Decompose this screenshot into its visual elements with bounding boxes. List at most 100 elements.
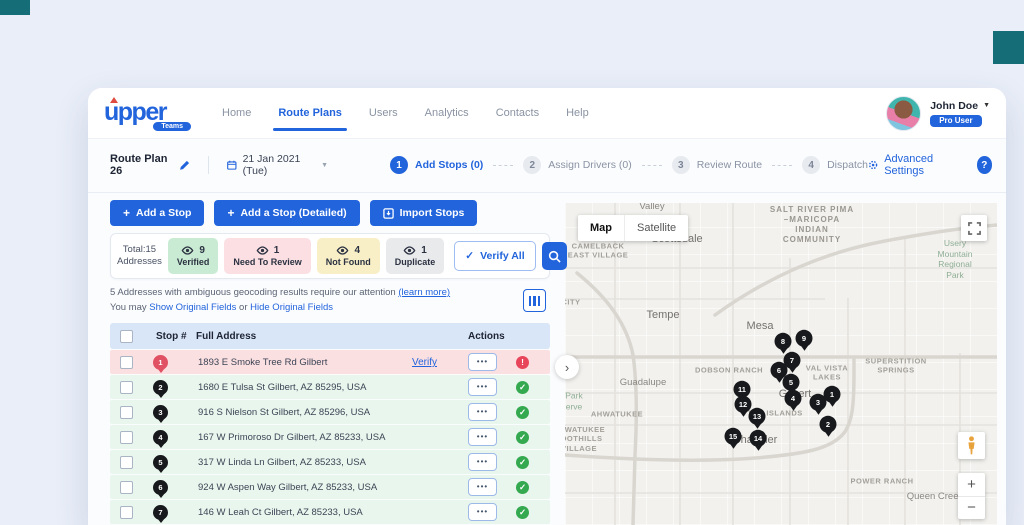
badge-label: Duplicate <box>395 257 436 267</box>
panel-collapse-button[interactable]: › <box>555 355 579 379</box>
verify-link[interactable]: Verify <box>412 357 468 368</box>
row-checkbox[interactable] <box>120 356 133 369</box>
pencil-icon <box>179 160 190 171</box>
stop-pin-icon: 5 <box>153 455 168 470</box>
map-stop-marker-2[interactable]: 2 <box>820 416 837 433</box>
row-actions-button[interactable]: ••• <box>468 453 497 471</box>
stop-address: 916 S Nielson St Gilbert, AZ 85296, USA <box>196 407 412 418</box>
help-button[interactable]: ? <box>977 156 993 174</box>
badge-count: 4 <box>354 245 360 256</box>
map-stop-marker-5[interactable]: 5 <box>783 374 800 391</box>
select-all-checkbox[interactable] <box>120 330 133 343</box>
stop-column-header: Stop # <box>140 331 196 342</box>
map-stop-marker-4[interactable]: 4 <box>785 390 802 407</box>
row-actions-button[interactable]: ••• <box>468 503 497 521</box>
status-badge-duplicate[interactable]: 1Duplicate <box>386 238 445 274</box>
map-stop-marker-12[interactable]: 12 <box>735 396 752 413</box>
learn-more-link[interactable]: (learn more) <box>398 287 450 298</box>
verified-status-icon: ✓ <box>516 481 529 494</box>
step-review-route[interactable]: 3Review Route <box>672 156 762 174</box>
hide-original-fields-link[interactable]: Hide Original Fields <box>250 302 333 313</box>
chevron-down-icon: ▼ <box>983 102 990 109</box>
satellite-view-button[interactable]: Satellite <box>624 215 688 241</box>
row-checkbox[interactable] <box>120 381 133 394</box>
row-actions-button[interactable]: ••• <box>468 378 497 396</box>
row-checkbox[interactable] <box>120 481 133 494</box>
advanced-settings-link[interactable]: Advanced Settings <box>868 153 963 177</box>
upper-logo[interactable]: upper Teams <box>104 95 188 131</box>
step-dispatch[interactable]: 4Dispatch <box>802 156 868 174</box>
zoom-in-button[interactable]: + <box>958 473 985 497</box>
address-stats-bar: Total:15 Addresses 9Verified1Need To Rev… <box>110 233 550 279</box>
row-checkbox[interactable] <box>120 431 133 444</box>
nav-item-route-plans[interactable]: Route Plans <box>278 88 342 138</box>
table-row: 11893 E Smoke Tree Rd GilbertVerify•••! <box>110 350 550 374</box>
search-icon <box>548 250 561 263</box>
stop-address: 1680 E Tulsa St Gilbert, AZ 85295, USA <box>196 382 412 393</box>
badge-count: 1 <box>421 245 427 256</box>
row-actions-button[interactable]: ••• <box>468 353 497 371</box>
calendar-icon <box>227 159 237 171</box>
step-add-stops-0[interactable]: 1Add Stops (0) <box>390 156 483 174</box>
import-stops-button[interactable]: Import Stops <box>370 200 478 226</box>
edit-plan-name-button[interactable] <box>179 160 190 171</box>
row-checkbox[interactable] <box>120 406 133 419</box>
stop-address: 167 W Primoroso Dr Gilbert, AZ 85233, US… <box>196 432 412 443</box>
verified-status-icon: ✓ <box>516 406 529 419</box>
badge-label: Verified <box>177 257 210 267</box>
show-original-fields-link[interactable]: Show Original Fields <box>149 302 236 313</box>
verify-all-button[interactable]: ✓ Verify All <box>454 241 535 271</box>
eye-icon <box>256 246 269 255</box>
status-badge-not-found[interactable]: 4Not Found <box>317 238 380 274</box>
gear-icon <box>868 159 878 171</box>
map-stop-marker-9[interactable]: 9 <box>796 330 813 347</box>
map-stop-marker-8[interactable]: 8 <box>775 333 792 350</box>
plan-bar-right: Advanced Settings ? <box>868 153 992 177</box>
add-stop-detailed-button[interactable]: + Add a Stop (Detailed) <box>214 200 359 226</box>
add-stop-button[interactable]: + Add a Stop <box>110 200 204 226</box>
badge-count: 1 <box>274 245 280 256</box>
map-view-button[interactable]: Map <box>578 215 624 241</box>
nav-item-analytics[interactable]: Analytics <box>425 88 469 138</box>
nav-item-users[interactable]: Users <box>369 88 398 138</box>
column-settings-button[interactable] <box>523 289 546 312</box>
nav-item-help[interactable]: Help <box>566 88 589 138</box>
map-stop-marker-14[interactable]: 14 <box>750 430 767 447</box>
map-stop-marker-13[interactable]: 13 <box>749 408 766 425</box>
avatar <box>886 96 921 131</box>
zoom-out-button[interactable]: − <box>958 497 985 520</box>
status-badge-need-to-review[interactable]: 1Need To Review <box>224 238 310 274</box>
status-badge-verified[interactable]: 9Verified <box>168 238 219 274</box>
map-stop-marker-3[interactable]: 3 <box>810 394 827 411</box>
decorative-square-top-left <box>0 0 30 15</box>
stop-pin-icon: 6 <box>153 480 168 495</box>
nav-item-home[interactable]: Home <box>222 88 251 138</box>
error-status-icon: ! <box>516 356 529 369</box>
date-picker[interactable]: 21 Jan 2021 (Tue) ▼ <box>227 153 328 177</box>
nav-item-contacts[interactable]: Contacts <box>496 88 539 138</box>
user-menu[interactable]: John Doe ▼ Pro User <box>886 96 990 131</box>
stop-pin-icon: 4 <box>153 430 168 445</box>
table-row: 6924 W Aspen Way Gilbert, AZ 85233, USA•… <box>110 475 550 499</box>
stop-address: 317 W Linda Ln Gilbert, AZ 85233, USA <box>196 457 412 468</box>
pegman-button[interactable] <box>958 432 985 459</box>
address-column-header: Full Address <box>196 331 412 342</box>
map-type-control: Map Satellite <box>578 215 688 241</box>
row-checkbox[interactable] <box>120 456 133 469</box>
row-actions-button[interactable]: ••• <box>468 428 497 446</box>
columns-icon <box>529 296 532 306</box>
row-actions-button[interactable]: ••• <box>468 478 497 496</box>
step-assign-drivers-0[interactable]: 2Assign Drivers (0) <box>523 156 631 174</box>
search-button[interactable] <box>542 242 567 270</box>
route-plan-name: Route Plan 26 <box>110 153 171 177</box>
user-meta: John Doe ▼ Pro User <box>930 100 990 127</box>
step-number: 3 <box>672 156 690 174</box>
zoom-control: + − <box>958 473 985 519</box>
row-checkbox[interactable] <box>120 506 133 519</box>
plan-info: Route Plan 26 21 Jan 2021 (Tue) ▼ <box>110 153 328 177</box>
row-actions-button[interactable]: ••• <box>468 403 497 421</box>
map-stop-marker-15[interactable]: 15 <box>725 428 742 445</box>
fullscreen-button[interactable] <box>961 215 987 241</box>
map-canvas[interactable]: ValleySALT RIVER PIMA –MARICOPA INDIAN C… <box>565 203 997 525</box>
plan-date: 21 Jan 2021 (Tue) <box>243 153 312 177</box>
